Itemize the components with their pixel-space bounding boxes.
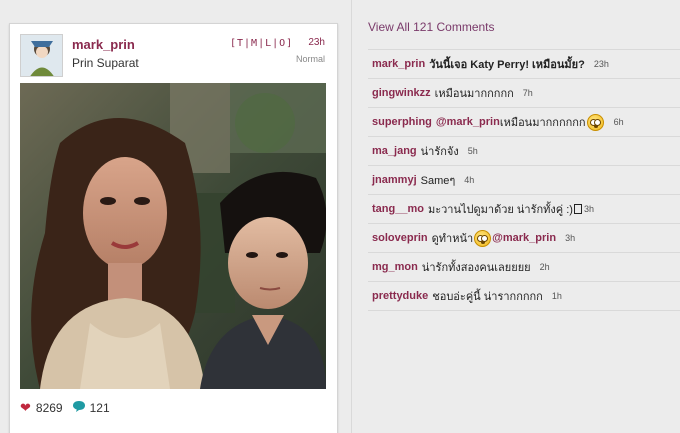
avatar[interactable] <box>20 34 63 77</box>
heart-icon[interactable]: ❤ <box>20 400 31 416</box>
comment-username-link[interactable]: ma_jang <box>372 145 417 157</box>
comment-time: 3h <box>583 204 594 214</box>
comment-text: น่ารักจัง <box>420 146 459 158</box>
comment-item: jnammyj Sameๆ 4h <box>368 166 680 195</box>
column-divider <box>351 0 352 433</box>
comment-text: Sameๆ <box>420 175 456 187</box>
post-timestamp: 23h <box>308 37 325 48</box>
comment-time: 2h <box>539 262 550 272</box>
comment-item: tang__mo มะวานไปดูมาด้วย น่ารักทั้งคู่ :… <box>368 195 680 224</box>
comment-time: 4h <box>464 175 475 185</box>
comment-username-link[interactable]: mark_prin <box>372 58 425 70</box>
comment-text: ดูทำหน้า <box>431 233 474 245</box>
page: mark_prin Prin Suparat [T|M|L|O] 23h Nor… <box>0 0 680 433</box>
comment-time: 23h <box>593 59 609 69</box>
comment-text: เหมือนมากกกกกก <box>499 117 586 129</box>
post-username-link[interactable]: mark_prin <box>72 37 135 52</box>
comment-username-link[interactable]: tang__mo <box>372 203 424 215</box>
comment-item: ma_jang น่ารักจัง 5h <box>368 137 680 166</box>
comment-username-link[interactable]: jnammyj <box>372 174 417 186</box>
comment-mention-link[interactable]: @mark_prin <box>492 232 556 244</box>
flushed-face-icon <box>474 229 492 247</box>
comment-item: superphing @mark_prin เหมือนมากกกกกก 6h <box>368 108 680 137</box>
comment-text: น่ารักทั้งสองคนเลยยยย <box>421 262 531 274</box>
post-fullname: Prin Suparat <box>72 56 139 70</box>
comment-time: 7h <box>522 88 533 98</box>
filter-links[interactable]: [T|M|L|O] <box>230 38 293 49</box>
comment-time: 5h <box>467 146 478 156</box>
comment-item: mark_prin วันนี้เจอ Katy Perry! เหมือนมั… <box>368 50 680 79</box>
comment-username-link[interactable]: soloveprin <box>372 232 428 244</box>
comment-item: mg_mon น่ารักทั้งสองคนเลยยยย 2h <box>368 253 680 282</box>
post-header: mark_prin Prin Suparat [T|M|L|O] 23h Nor… <box>10 24 337 82</box>
comment-text: ชอบอ่ะคู่นี้ น่ารากกกกก <box>432 291 543 303</box>
likes-count: 8269 <box>35 401 63 415</box>
missing-glyph-icon <box>573 204 582 214</box>
comment-time: 1h <box>551 291 562 301</box>
comment-text: เหมือนมากกกกก <box>434 88 514 100</box>
comment-item: soloveprin ดูทำหน้า @mark_prin 3h <box>368 224 680 253</box>
post-footer: ❤ 8269 121 <box>20 398 110 418</box>
comment-item: prettyduke ชอบอ่ะคู่นี้ น่ารากกกกก 1h <box>368 282 680 311</box>
speech-bubble-icon[interactable] <box>72 401 85 415</box>
post-card: mark_prin Prin Suparat [T|M|L|O] 23h Nor… <box>9 23 338 433</box>
comment-username-link[interactable]: prettyduke <box>372 290 428 302</box>
filter-name: Normal <box>295 54 325 64</box>
comment-text: มะวานไปดูมาด้วย น่ารักทั้งคู่ :) <box>427 204 573 216</box>
comment-username-link[interactable]: mg_mon <box>372 261 418 273</box>
comment-time: 6h <box>613 117 624 127</box>
flushed-face-icon <box>586 113 604 131</box>
comment-item: gingwinkzz เหมือนมากกกกก 7h <box>368 79 680 108</box>
comment-username-link[interactable]: superphing <box>372 116 432 128</box>
comments-count: 121 <box>89 401 110 415</box>
comment-text: วันนี้เจอ Katy Perry! เหมือนมั้ย? <box>429 59 585 71</box>
view-all-comments-link[interactable]: View All 121 Comments <box>368 20 495 34</box>
comment-time: 3h <box>565 233 576 243</box>
comment-username-link[interactable]: gingwinkzz <box>372 87 431 99</box>
comment-mention-link[interactable]: @mark_prin <box>436 116 500 128</box>
comment-list: mark_prin วันนี้เจอ Katy Perry! เหมือนมั… <box>368 49 680 311</box>
post-photo[interactable] <box>20 83 326 389</box>
